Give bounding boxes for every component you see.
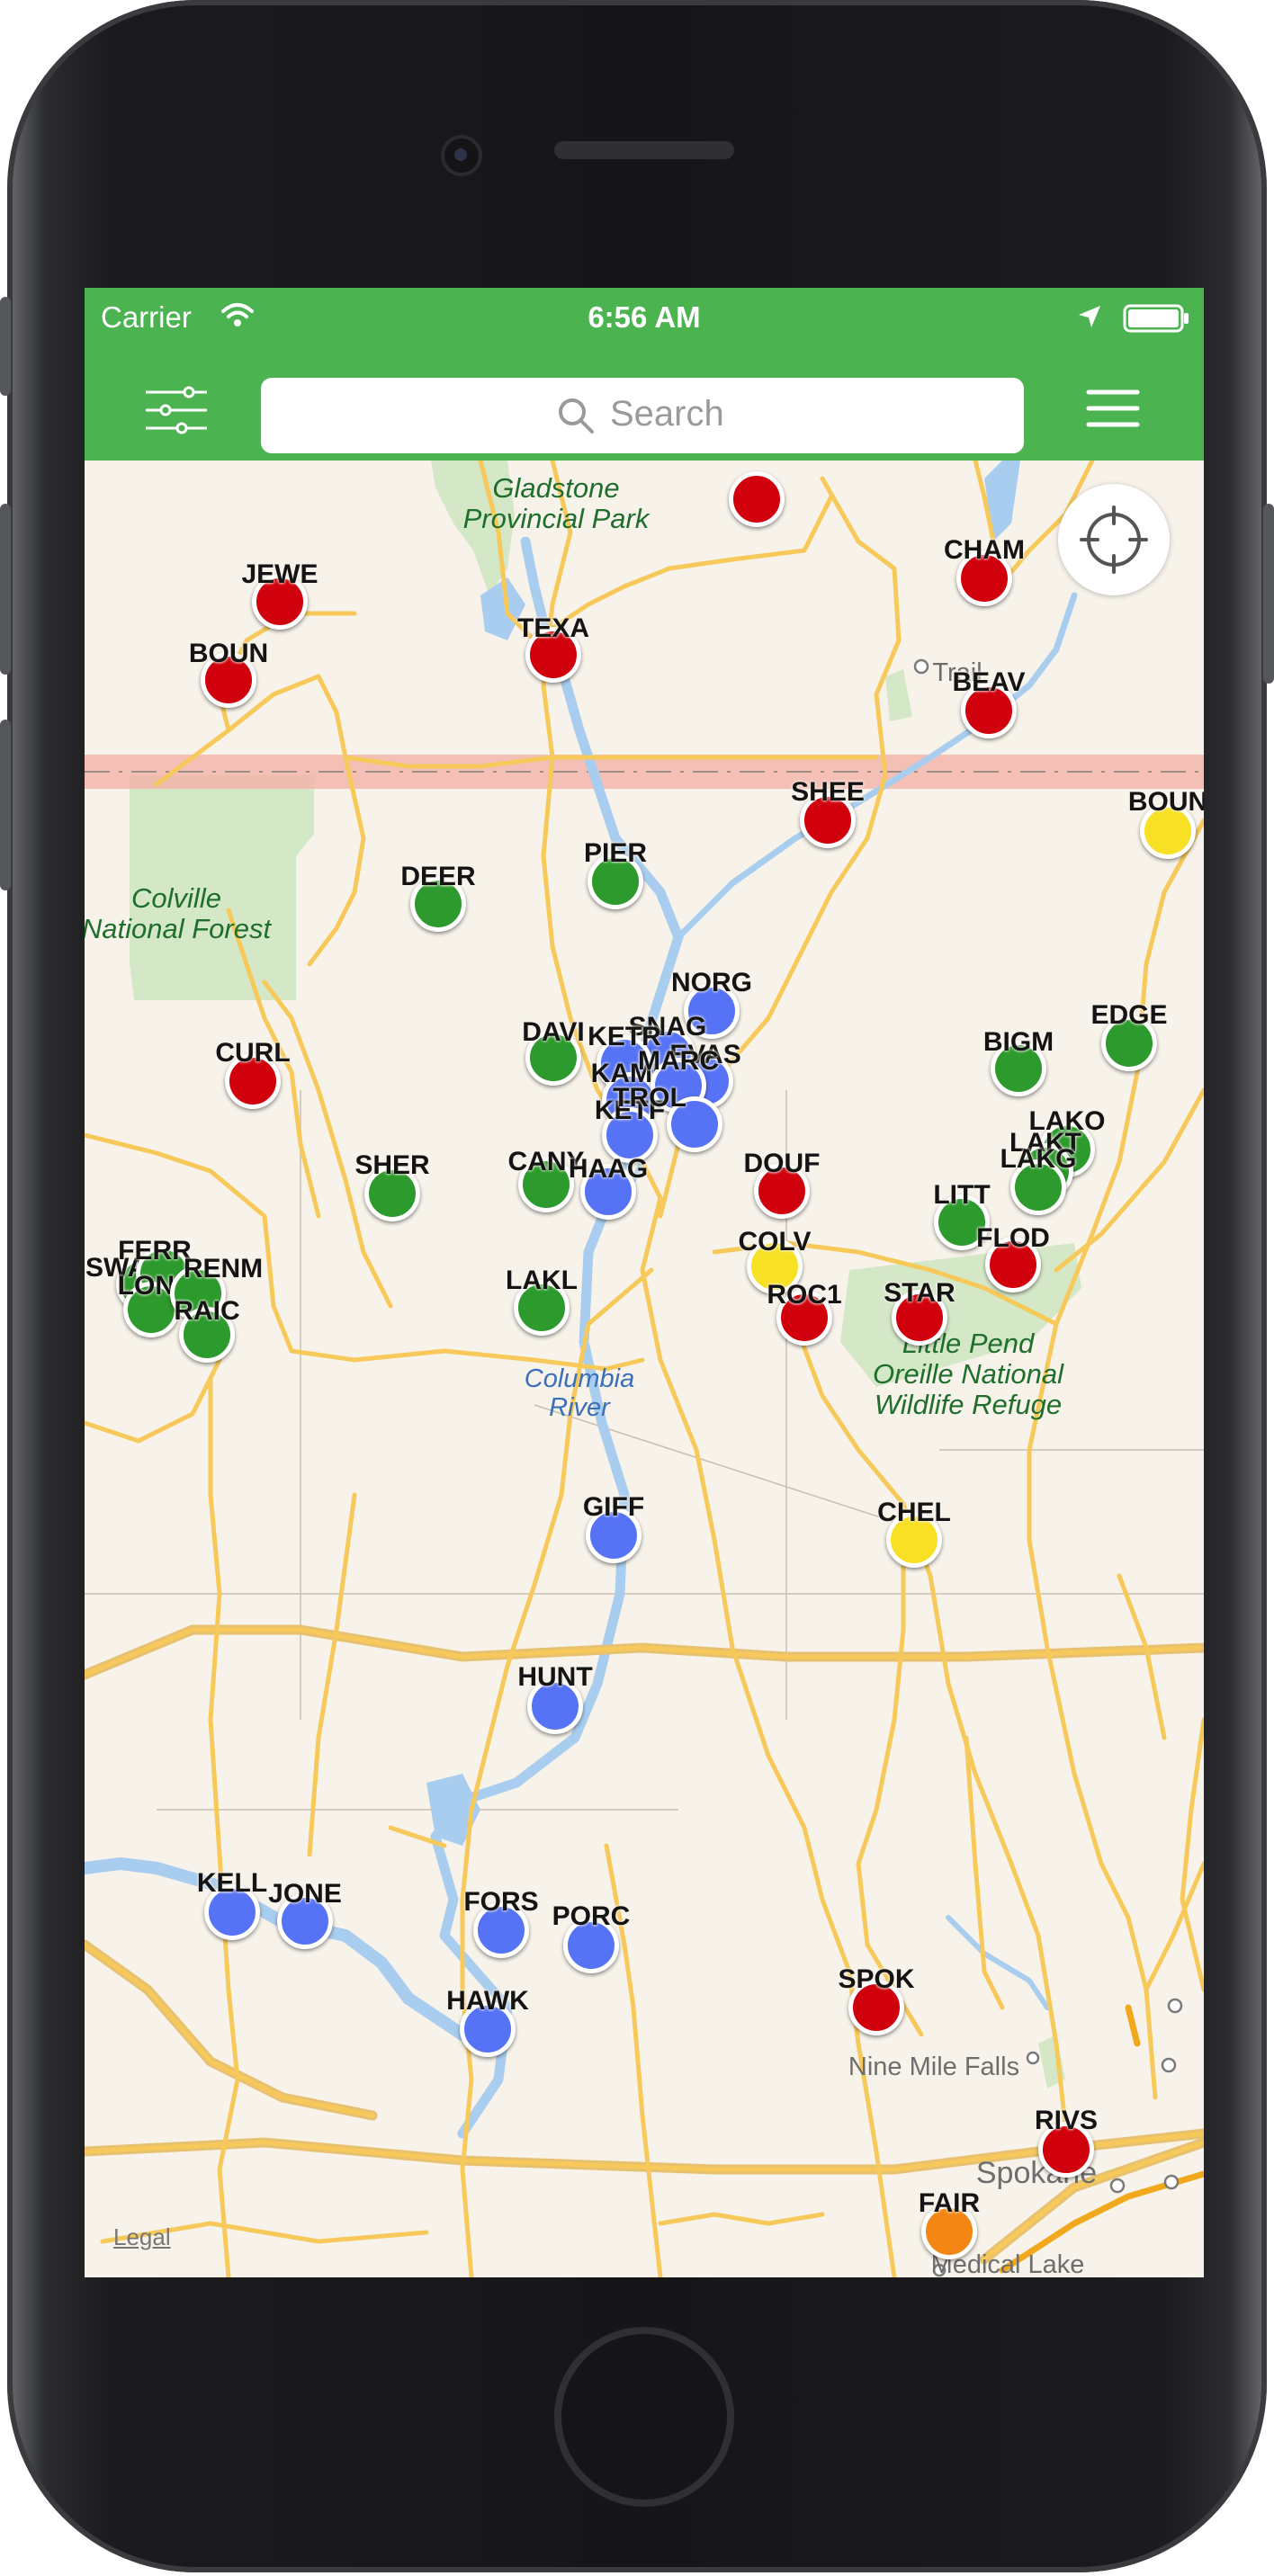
station-label: HAAG <box>568 1154 649 1184</box>
station-label: KELL <box>196 1868 268 1898</box>
locate-me-button[interactable] <box>1058 484 1170 595</box>
place-label-river: Columbia River <box>524 1364 635 1422</box>
station-label: BEAV <box>952 667 1026 697</box>
earpiece-speaker <box>554 141 734 159</box>
phone-frame: Carrier 6:56 AM Search Gladstone Provinc… <box>0 0 1274 2572</box>
app-screen: Carrier 6:56 AM Search Gladstone Provinc… <box>85 288 1204 2277</box>
crosshair-icon <box>1080 505 1148 574</box>
location-arrow-icon <box>1079 306 1100 327</box>
hamburger-menu-icon[interactable] <box>1083 381 1143 435</box>
battery-icon <box>1123 304 1189 333</box>
place-label-ninemile: Nine Mile Falls <box>848 2053 1020 2081</box>
station-label: JONE <box>268 1879 342 1909</box>
station-label: LAKG <box>1000 1144 1077 1174</box>
station-label: JEWE <box>241 559 318 589</box>
place-label-forest: Colville National Forest <box>85 882 272 944</box>
station-label: MARC <box>638 1046 719 1076</box>
station-label: FERR <box>118 1236 192 1266</box>
mute-switch <box>0 297 11 396</box>
station-label: LAKL <box>506 1266 578 1295</box>
front-camera <box>441 135 482 176</box>
station-label: FLOD <box>976 1223 1050 1253</box>
station-label: CHAM <box>944 535 1025 565</box>
station-label: BOUN <box>188 639 269 668</box>
station-label: PIER <box>583 838 648 868</box>
station-label: BOUN <box>1127 787 1204 817</box>
volume-down-button <box>0 720 11 890</box>
station-label: TEXA <box>516 613 590 643</box>
station-label: EDGE <box>1090 1000 1168 1030</box>
station-label: RIVS <box>1034 2106 1099 2135</box>
station-label: SPOK <box>838 1964 915 1994</box>
nav-bar: Search <box>85 360 1204 461</box>
status-time: 6:56 AM <box>588 300 701 334</box>
station-label: SHER <box>354 1150 430 1180</box>
station-label: HAWK <box>446 1986 529 2016</box>
place-label-park1: Gladstone Provincial Park <box>462 472 650 534</box>
station-label: CHEL <box>877 1498 951 1527</box>
station-label: HUNT <box>517 1662 593 1692</box>
station-label: PORC <box>552 1901 631 1931</box>
map-view[interactable]: Gladstone Provincial Park Colville Nation… <box>85 461 1204 2277</box>
station-label: ROC1 <box>767 1280 842 1310</box>
search-icon <box>559 398 594 434</box>
station-label: RAIC <box>174 1296 240 1326</box>
filter-settings-icon[interactable] <box>139 372 214 448</box>
station-label: DAVI <box>522 1017 585 1047</box>
station-marker-unlabeled[interactable] <box>729 471 785 527</box>
station-label: NORG <box>671 968 752 997</box>
station-label: RENM <box>183 1254 264 1284</box>
power-button <box>1263 504 1274 684</box>
station-label: FAIR <box>918 2188 981 2218</box>
station-label: SHEE <box>791 777 865 807</box>
volume-up-button <box>0 504 11 675</box>
station-label: LITT <box>933 1180 991 1210</box>
legal-link[interactable]: Legal <box>113 2223 171 2251</box>
search-field[interactable]: Search <box>261 378 1024 453</box>
station-label: CURL <box>215 1038 291 1068</box>
station-label: DOUF <box>743 1149 821 1178</box>
station-label: COLV <box>738 1227 812 1257</box>
station-label: BIGM <box>982 1027 1054 1057</box>
station-label: GIFF <box>582 1492 645 1522</box>
station-label: DEER <box>400 862 476 891</box>
search-placeholder: Search <box>610 394 724 434</box>
station-label: FORS <box>463 1887 539 1917</box>
status-bar: Carrier 6:56 AM <box>85 288 1204 360</box>
station-label: TROL <box>613 1083 686 1113</box>
home-button <box>554 2327 734 2507</box>
place-label-refuge: Little Pend Oreille National Wildlife Re… <box>873 1328 1063 1420</box>
station-label: STAR <box>884 1278 956 1308</box>
